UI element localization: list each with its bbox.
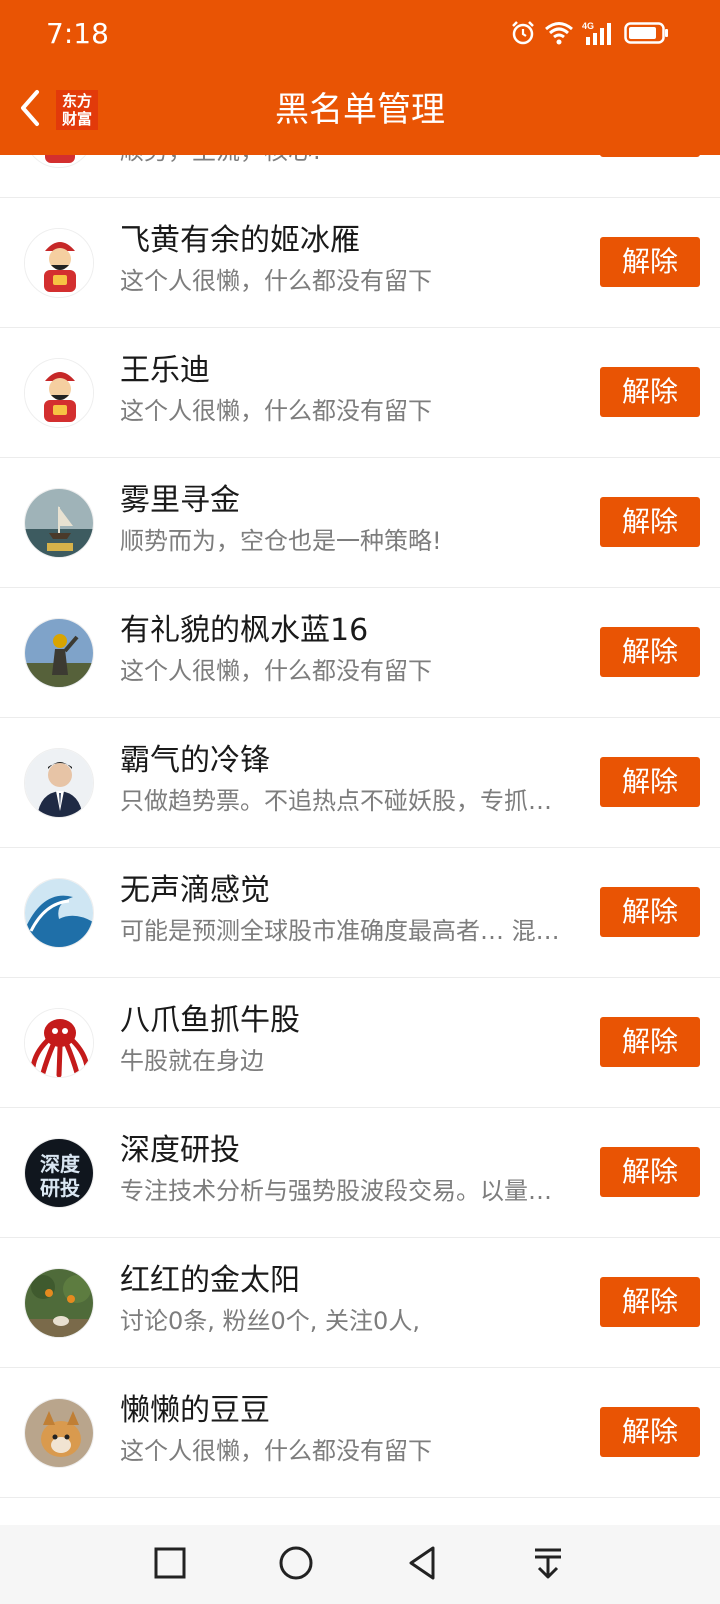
list-item: 八爪鱼抓牛股 牛股就在身边 解除 — [0, 978, 720, 1108]
list-item-name: 无声滴感觉 — [120, 873, 270, 908]
caishen-avatar — [24, 155, 94, 168]
alarm-icon — [510, 20, 536, 46]
unblock-button[interactable]: 解除 — [600, 497, 700, 547]
unblock-button[interactable]: 解除 — [600, 757, 700, 807]
notification-pull-down-icon — [531, 1545, 565, 1585]
list-item-subtitle: 顺势，主流，核心! — [120, 155, 590, 168]
unblock-button[interactable]: 解除 — [600, 1017, 700, 1067]
battery-icon — [624, 21, 670, 45]
text-logo-avatar: 深度 研投 — [24, 1138, 94, 1208]
page-title: 黑名单管理 — [275, 90, 445, 130]
list-item: 霸气的冷锋 只做趋势票。不追热点不碰妖股，专抓… 解除 — [0, 718, 720, 848]
unblock-button[interactable]: 解除 — [600, 237, 700, 287]
dog-avatar — [24, 1398, 94, 1468]
back-nav-button[interactable] — [400, 1543, 444, 1587]
recents-square-icon — [153, 1546, 187, 1584]
list-item-subtitle: 讨论0条, 粉丝0个, 关注0人, — [120, 1307, 420, 1335]
soldier-avatar — [24, 618, 94, 688]
unblock-button[interactable]: 解除 — [600, 367, 700, 417]
octopus-avatar — [24, 1008, 94, 1078]
wifi-icon — [544, 21, 574, 45]
home-circle-icon — [278, 1545, 314, 1585]
list-item-name: 王乐迪 — [120, 353, 210, 388]
avatar-text-line1: 深度 — [40, 1152, 81, 1176]
avatar-text-line2: 研投 — [40, 1176, 80, 1200]
list-item: 飞黄有余的姬冰雁 这个人很懒，什么都没有留下 解除 — [0, 198, 720, 328]
unblock-button[interactable]: 解除 — [600, 1407, 700, 1457]
list-item-name: 雾里寻金 — [120, 483, 240, 518]
list-item: 深度 研投 深度研投 专注技术分析与强势股波段交易。以量… 解除 — [0, 1108, 720, 1238]
recents-button[interactable] — [148, 1543, 192, 1587]
list-item-name: 懒懒的豆豆 — [120, 1393, 270, 1428]
list-item-subtitle: 这个人很懒，什么都没有留下 — [120, 267, 432, 295]
list-item-subtitle: 顺势而为，空仓也是一种策略! — [120, 527, 442, 555]
caishen-avatar — [24, 228, 94, 298]
svg-text:4G: 4G — [582, 21, 594, 31]
list-item-subtitle: 只做趋势票。不追热点不碰妖股，专抓… — [120, 787, 552, 815]
list-item: 顺势，主流，核心! 解除 — [0, 155, 720, 198]
ship-avatar — [24, 488, 94, 558]
list-item: 无声滴感觉 可能是预测全球股市准确度最高者… 混… 解除 — [0, 848, 720, 978]
list-item-name: 八爪鱼抓牛股 — [120, 1003, 300, 1038]
list-item-subtitle: 这个人很懒，什么都没有留下 — [120, 1437, 432, 1465]
wave-avatar — [24, 878, 94, 948]
list-item: 懒懒的豆豆 这个人很懒，什么都没有留下 解除 — [0, 1368, 720, 1498]
list-item: 红红的金太阳 讨论0条, 粉丝0个, 关注0人, 解除 — [0, 1238, 720, 1368]
list-item-subtitle: 这个人很懒，什么都没有留下 — [120, 397, 432, 425]
list-item-name: 飞黄有余的姬冰雁 — [120, 223, 360, 258]
blacklist: 顺势，主流，核心! 解除 飞黄有余的姬冰雁 这个人很懒，什么都没有留下 解除 — [0, 155, 720, 1525]
system-nav-bar — [0, 1525, 720, 1604]
list-item-name: 红红的金太阳 — [120, 1263, 300, 1298]
list-item-name: 霸气的冷锋 — [120, 743, 270, 778]
list-item: 雾里寻金 顺势而为，空仓也是一种策略! 解除 — [0, 458, 720, 588]
status-icons: 4G — [510, 15, 670, 51]
list-item: 王乐迪 这个人很懒，什么都没有留下 解除 — [0, 328, 720, 458]
list-item-subtitle: 这个人很懒，什么都没有留下 — [120, 657, 432, 685]
garden-avatar — [24, 1268, 94, 1338]
man-suit-avatar — [24, 748, 94, 818]
unblock-button[interactable]: 解除 — [600, 1277, 700, 1327]
caishen-avatar — [24, 358, 94, 428]
list-item-name: 有礼貌的枫水蓝16 — [120, 613, 369, 648]
list-item-name: 深度研投 — [120, 1133, 240, 1168]
unblock-button[interactable]: 解除 — [600, 1147, 700, 1197]
list-item-subtitle: 专注技术分析与强势股波段交易。以量… — [120, 1177, 552, 1205]
unblock-button[interactable]: 解除 — [600, 887, 700, 937]
unblock-button[interactable]: 解除 — [600, 627, 700, 677]
cellular-signal-icon: 4G — [582, 20, 616, 46]
app-header: 7:18 4G 东方 财富 黑名单管理 — [0, 0, 720, 155]
back-triangle-icon — [405, 1545, 439, 1585]
unblock-button[interactable]: 解除 — [600, 155, 700, 157]
list-item-subtitle: 可能是预测全球股市准确度最高者… 混… — [120, 917, 560, 945]
notification-pull-down-button[interactable] — [526, 1543, 570, 1587]
list-item: 有礼貌的枫水蓝16 这个人很懒，什么都没有留下 解除 — [0, 588, 720, 718]
status-time: 7:18 — [46, 17, 109, 50]
list-item-subtitle: 牛股就在身边 — [120, 1047, 264, 1075]
home-button[interactable] — [274, 1543, 318, 1587]
